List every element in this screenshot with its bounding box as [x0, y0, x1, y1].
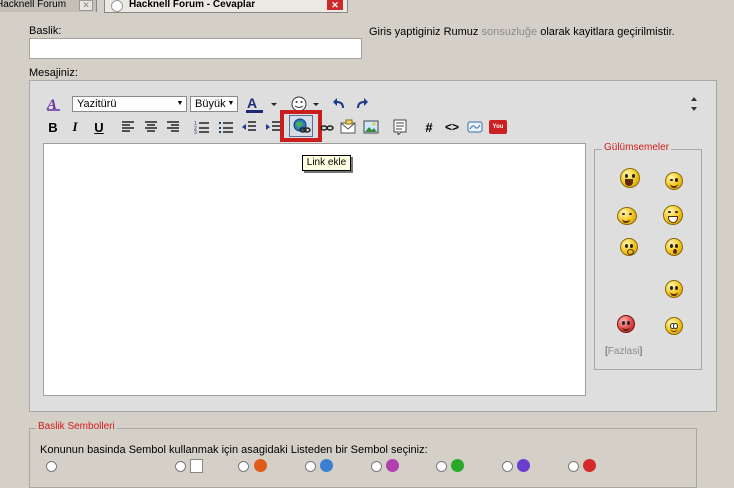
quote-icon[interactable]	[391, 118, 409, 136]
align-left-icon[interactable]	[119, 118, 137, 136]
code-button[interactable]: <>	[443, 118, 461, 136]
username: sonsuzluğe	[481, 26, 538, 38]
remove-link-icon[interactable]	[318, 118, 336, 136]
tab-title: Hacknell Forum - Cevaplar	[129, 0, 256, 10]
chevron-down-icon: ▼	[176, 100, 184, 107]
smilies-panel	[594, 149, 702, 370]
tab-close-icon[interactable]: ✕	[327, 0, 343, 10]
tooltip: Link ekle	[302, 155, 351, 171]
unordered-list-icon[interactable]	[217, 118, 235, 136]
smiley-happy-icon[interactable]	[617, 207, 637, 225]
symbol-page-icon	[190, 459, 203, 473]
insert-link-icon[interactable]	[289, 115, 313, 137]
symbol-red-icon	[583, 459, 596, 472]
underline-button[interactable]: U	[90, 118, 108, 136]
media-icon[interactable]	[466, 118, 484, 136]
remove-format-icon[interactable]: A	[44, 95, 62, 113]
symbol-green-icon	[451, 459, 464, 472]
smiley-rolling-eyes-icon[interactable]	[665, 317, 683, 335]
smiley-laugh-icon[interactable]	[620, 168, 640, 188]
symbol-blue-icon	[320, 459, 333, 472]
outdent-icon[interactable]	[240, 118, 258, 136]
tab-hacknell-forum[interactable]: Hacknell Forum ✕	[0, 0, 97, 12]
symbol-purple-icon	[386, 459, 399, 472]
insert-image-icon[interactable]	[362, 118, 380, 136]
login-info-suffix: olarak kayitlara geçirilmistir.	[537, 26, 675, 38]
message-textarea[interactable]	[43, 143, 586, 396]
size-select-value: Büyük	[195, 98, 226, 110]
font-select-value: Yazitürü	[77, 98, 117, 110]
title-input[interactable]	[29, 38, 362, 59]
title-symbols-legend: Baslik Sembolleri	[36, 421, 117, 432]
chevron-down-icon: ▼	[227, 100, 235, 107]
svg-text:A: A	[247, 95, 257, 111]
hash-button[interactable]: #	[420, 118, 438, 136]
page-favicon-icon	[111, 0, 123, 12]
title-symbols-instruction: Konunun basinda Sembol kullanmak için as…	[40, 444, 428, 456]
message-label: Mesajiniz:	[29, 67, 78, 79]
youtube-icon[interactable]: You	[488, 118, 508, 136]
smiley-surprised-icon[interactable]	[620, 238, 638, 256]
svg-text:3: 3	[194, 130, 197, 134]
symbol-violet-icon	[517, 459, 530, 472]
align-right-icon[interactable]	[164, 118, 182, 136]
title-label: Baslik:	[29, 25, 62, 37]
email-icon[interactable]	[339, 118, 357, 136]
undo-icon[interactable]	[331, 95, 349, 113]
browser-tab-bar: Hacknell Forum ✕ Hacknell Forum - Cevapl…	[0, 0, 734, 13]
login-info: Giris yaptiginiz Rumuz sonsuzluğe olarak…	[369, 26, 675, 38]
login-info-prefix: Giris yaptiginiz Rumuz	[369, 26, 482, 38]
redo-icon[interactable]	[352, 95, 370, 113]
ordered-list-icon[interactable]: 123	[193, 118, 211, 136]
align-center-icon[interactable]	[142, 118, 160, 136]
text-color-button[interactable]: A	[245, 95, 279, 113]
bracket-close: ]	[639, 346, 643, 357]
font-select[interactable]: Yazitürü ▼	[72, 96, 187, 112]
size-select[interactable]: Büyük ▼	[190, 96, 238, 112]
smiley-angel-icon[interactable]	[665, 280, 683, 298]
more-smilies: [Fazlasi]	[605, 346, 642, 357]
tab-title: Hacknell Forum	[0, 0, 67, 10]
smiley-wink-icon[interactable]	[665, 172, 683, 190]
smiley-love-icon[interactable]	[617, 315, 635, 333]
tab-close-icon[interactable]: ✕	[79, 0, 93, 11]
smiley-grin-icon[interactable]	[663, 205, 683, 225]
italic-button[interactable]: I	[66, 118, 84, 136]
more-smilies-link[interactable]: Fazlasi	[608, 346, 640, 357]
smiley-shocked-icon[interactable]	[665, 238, 683, 256]
title-symbols-fieldset	[29, 428, 697, 488]
youtube-label: You	[489, 120, 507, 134]
tab-cevaplar[interactable]: Hacknell Forum - Cevaplar ✕	[104, 0, 348, 13]
bold-button[interactable]: B	[44, 118, 62, 136]
toolbar-resize-icon[interactable]	[685, 95, 703, 113]
symbol-fire-icon	[254, 459, 267, 472]
smilies-legend: Gülümsemeler	[602, 142, 672, 153]
